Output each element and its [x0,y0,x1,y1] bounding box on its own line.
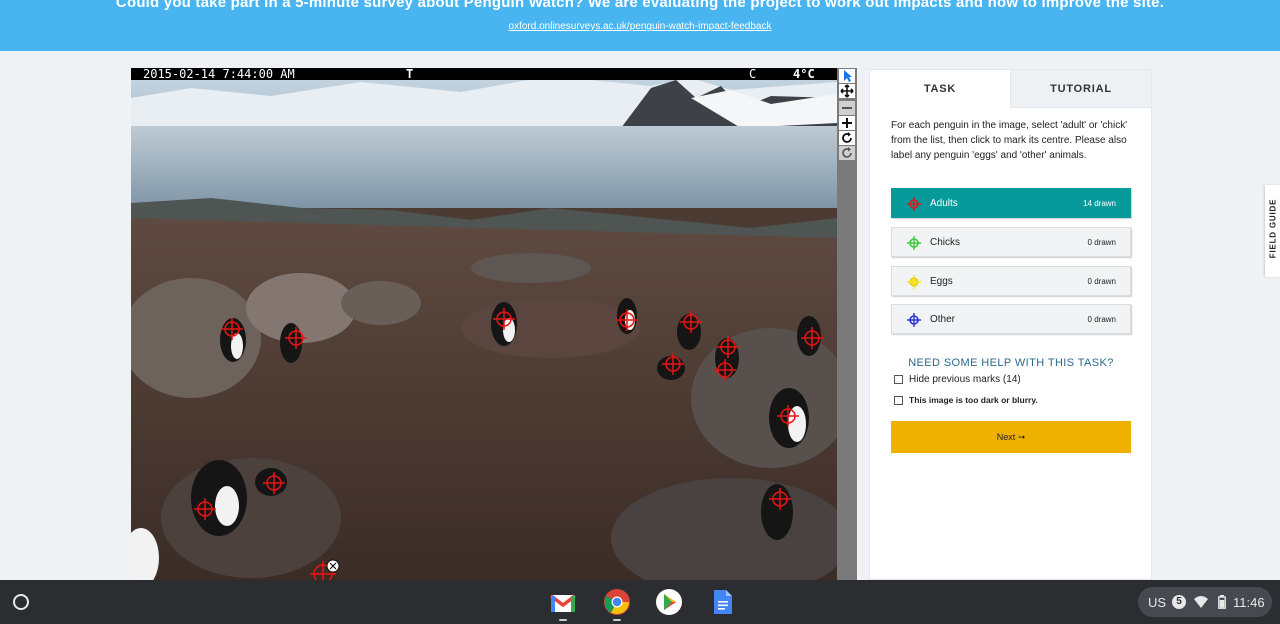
camera-temperature: 4°C [793,68,815,81]
gmail-icon[interactable] [549,588,577,616]
chick-marker-icon [907,236,921,250]
tool-adults-label: Adults [930,198,958,209]
field-guide-tab[interactable]: FIELD GUIDE [1265,185,1280,277]
tool-chicks-button[interactable]: Chicks 0 drawn [891,227,1131,257]
help-link[interactable]: NEED SOME HELP WITH THIS TASK? [891,357,1131,369]
hide-marks-checkbox[interactable] [894,375,903,384]
too-dark-checkbox[interactable] [894,395,903,405]
tool-other-count: 0 drawn [1087,315,1116,324]
adult-marker-icon [907,197,921,211]
tool-other-label: Other [930,314,956,325]
survey-link[interactable]: oxford.onlinesurveys.ac.uk/penguin-watch… [509,21,772,32]
rotate-icon[interactable] [839,131,855,145]
camera-timestamp: 2015-02-14 7:44:00 AM [143,68,295,81]
zoom-out-icon[interactable] [839,101,855,115]
hide-marks-option[interactable]: Hide previous marks (14) [894,374,1021,385]
task-instructions: For each penguin in the image, select 'a… [891,120,1128,161]
subject-image[interactable]: 2015-02-14 7:44:00 AM T C 4°C [131,68,837,580]
next-button[interactable]: Next ➞ [891,421,1131,453]
tab-task[interactable]: TASK [870,70,1010,108]
too-dark-label: This image is too dark or blurry. [909,395,1038,405]
play-store-icon[interactable] [655,588,683,616]
clock: 11:46 [1233,595,1265,610]
banner-message: Could you take part in a 5-minute survey… [115,0,1165,11]
tool-eggs-count: 0 drawn [1087,277,1116,286]
chrome-icon[interactable] [603,588,631,616]
tool-chicks-count: 0 drawn [1087,238,1116,247]
launcher-icon[interactable] [13,594,29,610]
camera-flag: T [406,68,413,81]
system-tray[interactable]: US 5 11:46 [1138,587,1272,617]
battery-icon [1218,595,1226,609]
tool-adults-count: 14 drawn [1083,199,1116,208]
image-toolbar [837,68,857,580]
move-icon[interactable] [839,84,855,98]
tool-eggs-button[interactable]: Eggs 0 drawn [891,266,1131,296]
penguin-camera-image[interactable]: 2015-02-14 7:44:00 AM T C 4°C [131,68,837,580]
pointer-icon[interactable] [839,69,855,83]
wifi-icon [1194,596,1208,608]
keyboard-layout: US [1148,595,1167,610]
other-marker-icon [907,313,921,327]
gmail-running-indicator [559,619,567,621]
camera-moon: C [749,68,756,81]
notification-count: 5 [1172,595,1186,609]
tool-eggs-label: Eggs [930,276,953,287]
zoom-in-icon[interactable] [839,116,855,130]
tab-tutorial[interactable]: TUTORIAL [1010,70,1151,108]
tool-adults-button[interactable]: Adults 14 drawn [891,188,1131,218]
chrome-running-indicator [613,619,621,621]
tool-chicks-label: Chicks [930,237,961,248]
reset-icon[interactable] [839,146,855,160]
egg-marker-icon [907,275,921,289]
field-guide-label: FIELD GUIDE [1268,198,1278,259]
too-dark-option[interactable]: This image is too dark or blurry. [894,395,1038,405]
delete-mark-icon[interactable] [326,559,340,573]
os-shelf: US 5 11:46 [0,580,1280,624]
tool-other-button[interactable]: Other 0 drawn [891,304,1131,334]
survey-banner: Could you take part in a 5-minute survey… [0,0,1280,51]
task-tabs: TASK TUTORIAL [870,70,1151,108]
hide-marks-label: Hide previous marks (14) [909,374,1021,385]
task-panel: TASK TUTORIAL For each penguin in the im… [869,69,1152,580]
docs-icon[interactable] [708,588,736,616]
